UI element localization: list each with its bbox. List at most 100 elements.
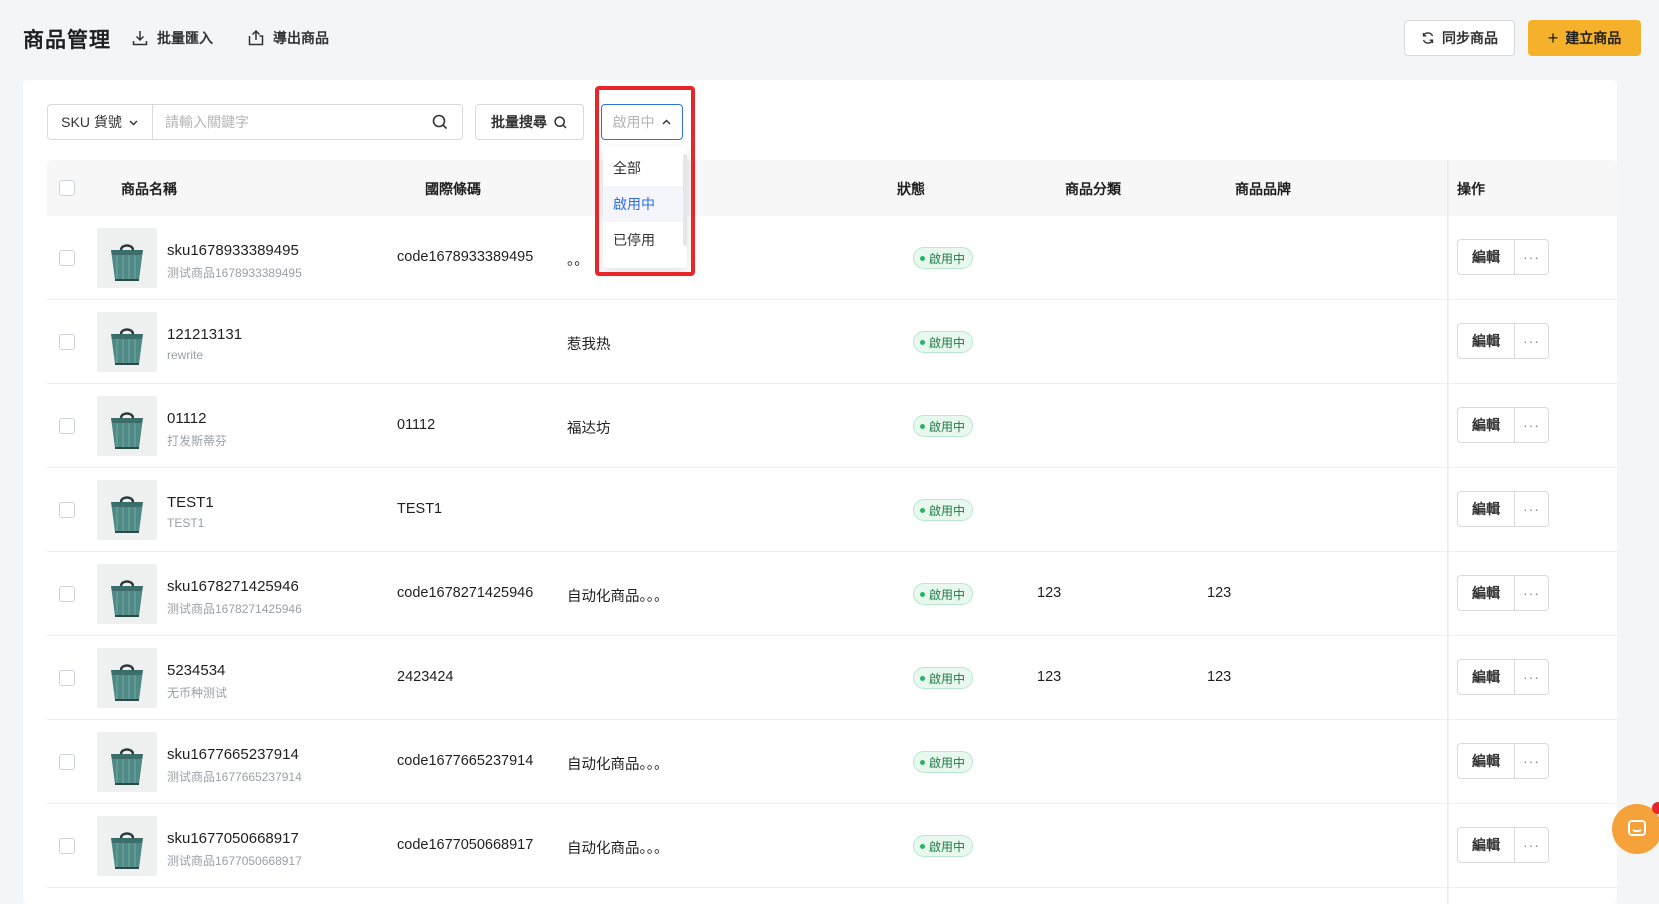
column-header-actions: 操作 <box>1457 181 1485 197</box>
column-header-status[interactable]: 狀態 <box>897 179 925 199</box>
bulk-import-button[interactable]: 批量匯入 <box>131 28 213 48</box>
edit-button[interactable]: 編輯 <box>1457 827 1515 863</box>
status-dot-icon <box>920 591 925 597</box>
table-row[interactable]: 5234534 无币种测试 2423424 啟用中 123 123 編輯 ··· <box>47 636 1617 720</box>
status-option-disabled[interactable]: 已停用 <box>603 222 687 258</box>
table-row[interactable]: TEST1 TEST1 TEST1 啟用中 編輯 ··· <box>47 468 1617 552</box>
product-name[interactable]: 5234534 <box>167 662 225 679</box>
status-filter-value: 啟用中 <box>612 114 655 130</box>
column-header-category[interactable]: 商品分類 <box>1065 179 1121 199</box>
row-checkbox[interactable] <box>59 502 75 518</box>
bag-image-icon <box>97 732 157 792</box>
edit-button[interactable]: 編輯 <box>1457 743 1515 779</box>
product-description: 惹我热 <box>567 337 611 353</box>
table-row[interactable]: sku1678271425946 测试商品1678271425946 code1… <box>47 552 1617 636</box>
row-checkbox[interactable] <box>59 670 75 686</box>
status-badge-text: 啟用中 <box>929 839 966 854</box>
more-actions-button[interactable]: ··· <box>1514 407 1549 443</box>
product-thumbnail <box>97 312 157 372</box>
column-header-brand[interactable]: 商品品牌 <box>1235 179 1291 199</box>
sync-products-button[interactable]: 同步商品 <box>1404 20 1515 56</box>
more-actions-button[interactable]: ··· <box>1514 743 1549 779</box>
dropdown-scrollbar[interactable] <box>683 154 687 246</box>
product-category: 123 <box>1037 669 1062 685</box>
edit-button[interactable]: 編輯 <box>1457 407 1515 443</box>
bag-image-icon <box>97 480 157 540</box>
product-name[interactable]: sku1677050668917 <box>167 830 299 847</box>
edit-button[interactable]: 編輯 <box>1457 575 1515 611</box>
table-row[interactable]: sku1677050668917 测试商品1677050668917 code1… <box>47 804 1617 888</box>
row-checkbox[interactable] <box>59 586 75 602</box>
status-badge: 啟用中 <box>913 499 974 521</box>
more-actions-button[interactable]: ··· <box>1514 491 1549 527</box>
row-checkbox[interactable] <box>59 250 75 266</box>
table-row[interactable]: sku1677665237914 测试商品1677665237914 code1… <box>47 720 1617 804</box>
status-badge: 啟用中 <box>913 247 974 269</box>
product-thumbnail <box>97 648 157 708</box>
product-list-card: SKU 貨號 批量搜尋 啟用中 全部 啟用中 已停用 商品名稱 國際條碼 狀態 … <box>23 80 1617 904</box>
table-row[interactable]: 121213131 rewrite 惹我热 啟用中 編輯 ··· <box>47 300 1617 384</box>
more-actions-button[interactable]: ··· <box>1514 239 1549 275</box>
status-filter-select[interactable]: 啟用中 <box>601 104 683 140</box>
row-checkbox[interactable] <box>59 334 75 350</box>
product-name[interactable]: sku1677665237914 <box>167 746 299 763</box>
product-category: 123 <box>1037 585 1062 601</box>
bag-image-icon <box>97 648 157 708</box>
more-actions-button[interactable]: ··· <box>1514 659 1549 695</box>
row-checkbox[interactable] <box>59 754 75 770</box>
status-badge-text: 啟用中 <box>929 755 966 770</box>
more-actions-button[interactable]: ··· <box>1514 827 1549 863</box>
status-badge-text: 啟用中 <box>929 503 966 518</box>
select-all-checkbox[interactable] <box>59 180 75 196</box>
product-thumbnail <box>97 396 157 456</box>
product-barcode: 2423424 <box>397 669 454 685</box>
row-checkbox[interactable] <box>59 838 75 854</box>
row-checkbox[interactable] <box>59 418 75 434</box>
product-thumbnail <box>97 816 157 876</box>
product-name[interactable]: sku1678271425946 <box>167 578 299 595</box>
product-name[interactable]: 01112 <box>167 410 207 427</box>
table-row[interactable]: 01112 打发斯蒂芬 01112 福达坊 啟用中 編輯 ··· <box>47 384 1617 468</box>
column-header-barcode[interactable]: 國際條碼 <box>425 179 481 199</box>
edit-button[interactable]: 編輯 <box>1457 491 1515 527</box>
search-input[interactable] <box>152 104 463 140</box>
product-name[interactable]: 121213131 <box>167 326 242 343</box>
status-option-all[interactable]: 全部 <box>603 150 687 186</box>
more-actions-button[interactable]: ··· <box>1514 323 1549 359</box>
bag-image-icon <box>97 816 157 876</box>
product-description: 自动化商品。。。 <box>567 841 669 857</box>
status-dot-icon <box>920 255 925 261</box>
table-row[interactable]: sku1678933389495 测试商品1678933389495 code1… <box>47 216 1617 300</box>
product-name[interactable]: TEST1 <box>167 494 214 511</box>
create-product-button[interactable]: + 建立商品 <box>1528 20 1641 56</box>
product-barcode: 01112 <box>397 417 436 433</box>
status-dot-icon <box>920 843 925 849</box>
product-subname: rewrite <box>167 348 204 362</box>
search-field-select[interactable]: SKU 貨號 <box>47 104 152 140</box>
product-barcode: code1678271425946 <box>397 585 534 601</box>
page-title: 商品管理 <box>23 29 111 52</box>
product-name[interactable]: sku1678933389495 <box>167 242 299 259</box>
upload-icon <box>248 29 264 46</box>
column-header-name[interactable]: 商品名稱 <box>121 179 177 199</box>
status-option-enabled[interactable]: 啟用中 <box>603 186 687 222</box>
more-actions-button[interactable]: ··· <box>1514 575 1549 611</box>
edit-button[interactable]: 編輯 <box>1457 239 1515 275</box>
edit-button[interactable]: 編輯 <box>1457 659 1515 695</box>
chat-support-button[interactable] <box>1612 804 1659 854</box>
status-badge: 啟用中 <box>913 751 974 773</box>
edit-button[interactable]: 編輯 <box>1457 323 1515 359</box>
bag-image-icon <box>97 312 157 372</box>
search-icon[interactable] <box>431 113 449 131</box>
status-dot-icon <box>920 759 925 765</box>
search-icon <box>554 115 567 128</box>
export-products-button[interactable]: 導出商品 <box>247 28 329 48</box>
product-subname: 测试商品1678933389495 <box>167 266 302 280</box>
chevron-down-icon <box>129 120 138 125</box>
bulk-search-button[interactable]: 批量搜尋 <box>475 104 584 140</box>
product-subname: TEST1 <box>167 516 205 530</box>
status-badge: 啟用中 <box>913 835 974 857</box>
bag-image-icon <box>97 396 157 456</box>
product-subname: 无币种测试 <box>167 686 228 700</box>
product-subname: 测试商品1677665237914 <box>167 770 302 784</box>
